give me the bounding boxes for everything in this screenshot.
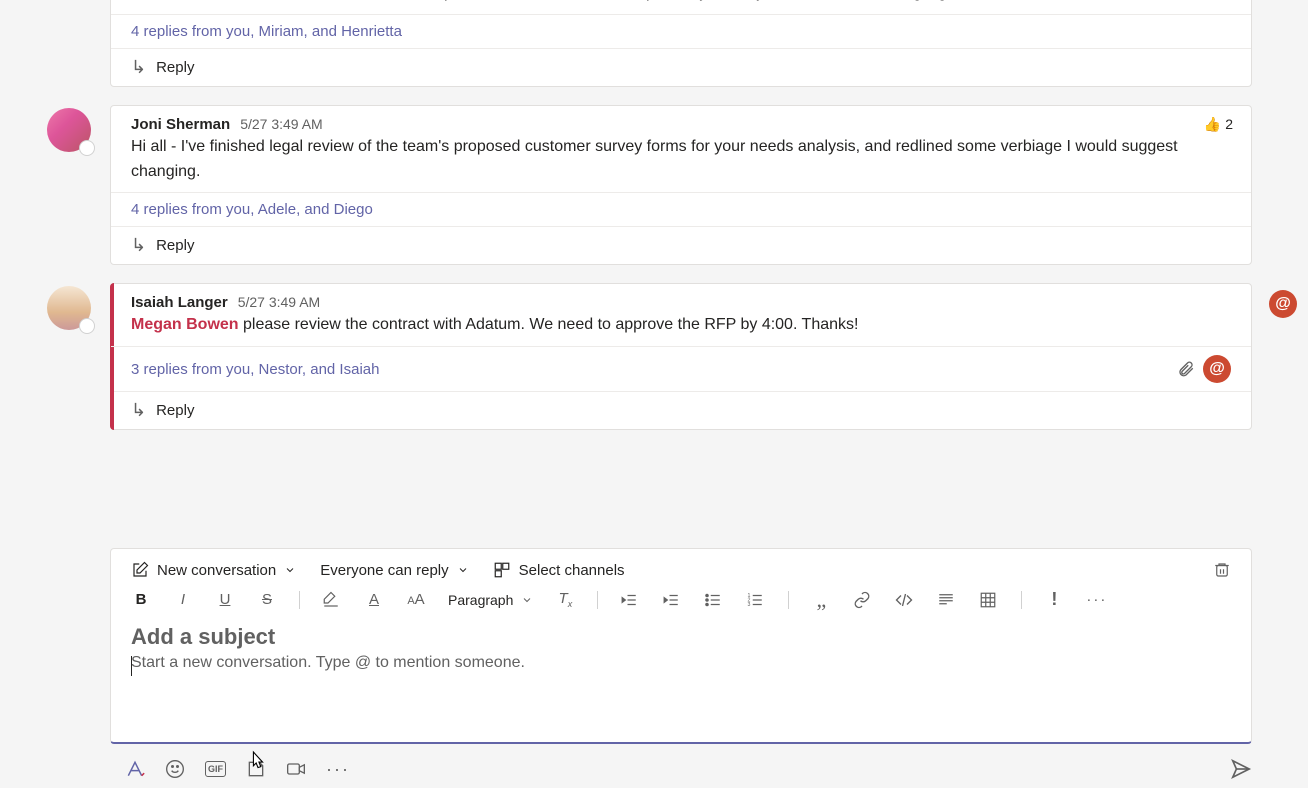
chevron-down-icon	[284, 564, 296, 576]
presence-icon	[79, 318, 95, 334]
thumbs-up-icon: 👍	[1204, 116, 1221, 133]
paragraph-style-dropdown[interactable]: Paragraph	[448, 592, 533, 608]
decrease-indent-button[interactable]	[620, 591, 640, 609]
trash-icon	[1213, 561, 1231, 579]
message-text: Hi all - I've finished legal review of t…	[131, 135, 1231, 185]
new-conversation-dropdown[interactable]: New conversation	[131, 561, 296, 579]
select-channels-button[interactable]: Select channels	[493, 561, 625, 579]
message-body-input[interactable]: Start a new conversation. Type @ to ment…	[111, 652, 1251, 732]
mention-badge-icon[interactable]: @	[1203, 355, 1231, 383]
italic-button[interactable]: I	[173, 591, 193, 608]
numbered-list-button[interactable]: 123	[746, 591, 766, 609]
more-formatting-button[interactable]: ···	[1086, 591, 1106, 608]
emoji-button[interactable]	[165, 759, 185, 779]
chevron-down-icon	[457, 564, 469, 576]
sticker-button[interactable]	[246, 759, 266, 779]
format-button[interactable]	[125, 759, 145, 779]
replies-summary[interactable]: 4 replies from you, Adele, and Diego	[111, 192, 1251, 226]
quote-button[interactable]: „	[811, 595, 831, 605]
replies-summary[interactable]: 3 replies from you, Nestor, and Isaiah @	[111, 346, 1251, 391]
delete-button[interactable]	[1213, 561, 1231, 579]
chevron-down-icon	[521, 594, 533, 606]
reply-arrow-icon: ↲	[131, 235, 146, 256]
message-text: comments in the notes column. I have a c…	[131, 0, 1231, 6]
presence-icon	[79, 140, 95, 156]
font-color-button[interactable]: A	[364, 591, 384, 608]
message-author[interactable]: Isaiah Langer	[131, 294, 228, 311]
reply-button[interactable]: ↲ Reply	[111, 226, 1251, 264]
reaction[interactable]: 👍 2	[1204, 116, 1233, 133]
reply-button[interactable]: ↲ Reply	[111, 391, 1251, 429]
message-author[interactable]: Joni Sherman	[131, 116, 230, 133]
channels-icon	[493, 561, 511, 579]
highlight-button[interactable]	[322, 591, 342, 609]
bullet-list-button[interactable]	[704, 591, 724, 609]
link-button[interactable]	[853, 591, 873, 609]
mention-badge-icon[interactable]: @	[1269, 290, 1297, 318]
compose-box: New conversation Everyone can reply Sele…	[110, 548, 1252, 744]
user-mention[interactable]: Megan Bowen	[131, 316, 239, 333]
formatting-toolbar: B I U S A AA Paragraph Tx	[111, 585, 1251, 618]
reply-arrow-icon: ↲	[131, 400, 146, 421]
gif-button[interactable]: GIF	[205, 761, 226, 777]
reply-permission-dropdown[interactable]: Everyone can reply	[320, 562, 468, 579]
important-button[interactable]: !	[1044, 589, 1064, 610]
avatar[interactable]	[47, 286, 91, 330]
font-size-button[interactable]: AA	[406, 591, 426, 608]
more-actions-button[interactable]: ···	[326, 759, 350, 780]
avatar[interactable]	[47, 108, 91, 152]
message-text: Megan Bowen please review the contract w…	[131, 313, 1231, 338]
svg-text:3: 3	[748, 602, 751, 608]
reply-arrow-icon: ↲	[131, 57, 146, 78]
replies-summary[interactable]: 4 replies from you, Miriam, and Henriett…	[111, 14, 1251, 48]
horizontal-rule-button[interactable]	[937, 591, 957, 609]
message-timestamp: 5/27 3:49 AM	[238, 294, 321, 310]
separator	[788, 591, 789, 609]
reaction-count: 2	[1225, 116, 1233, 132]
reply-button[interactable]: ↲ Reply	[111, 48, 1251, 86]
table-button[interactable]	[979, 591, 999, 609]
code-button[interactable]	[895, 591, 915, 609]
strikethrough-button[interactable]: S	[257, 591, 277, 608]
meet-now-button[interactable]	[286, 759, 306, 779]
message-timestamp: 5/27 3:49 AM	[240, 116, 323, 132]
separator	[1021, 591, 1022, 609]
attachment-icon[interactable]	[1177, 360, 1195, 378]
bold-button[interactable]: B	[131, 591, 151, 608]
underline-button[interactable]: U	[215, 591, 235, 608]
send-button[interactable]	[1230, 758, 1252, 780]
separator	[597, 591, 598, 609]
increase-indent-button[interactable]	[662, 591, 682, 609]
separator	[299, 591, 300, 609]
subject-input[interactable]: Add a subject	[111, 618, 1251, 652]
clear-formatting-button[interactable]: Tx	[555, 590, 575, 609]
compose-icon	[131, 561, 149, 579]
compose-actions-bar: GIF ···	[125, 758, 1252, 780]
